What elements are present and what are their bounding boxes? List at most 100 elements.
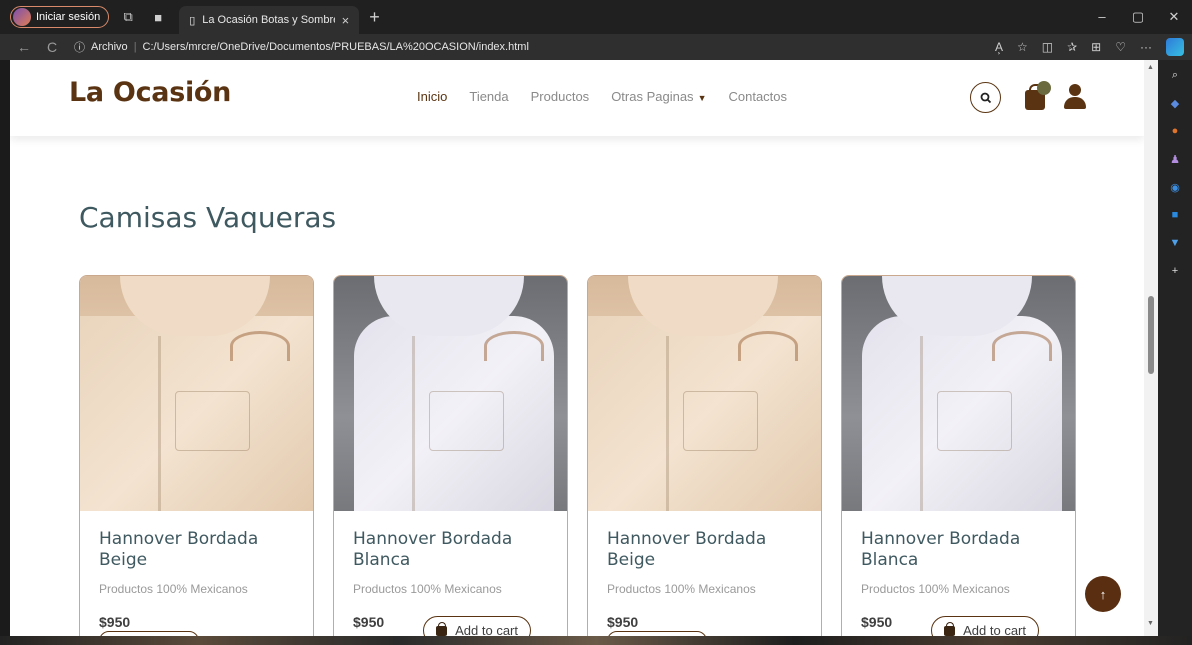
url-prefix: Archivo [91,41,128,53]
product-desc: Productos 100% Mexicanos [353,582,502,596]
new-tab-button[interactable]: + [369,7,380,28]
search-icon[interactable]: ⌕ [1168,68,1182,82]
back-to-top-button[interactable]: ↑ [1085,576,1121,612]
image-detail [429,391,504,451]
office-icon[interactable]: ◉ [1168,180,1182,194]
profile-button[interactable]: Iniciar sesión [10,6,110,28]
window-close-button[interactable]: ✕ [1156,9,1192,25]
product-info: Hannover Bordada Blanca Productos 100% M… [334,511,567,636]
send-icon[interactable]: ▼ [1168,236,1182,250]
product-card[interactable]: Hannover Bordada Beige Productos 100% Me… [79,275,314,636]
split-screen-icon[interactable]: ◫ [1042,40,1053,54]
scroll-up-arrow-icon[interactable]: ▲ [1147,64,1154,71]
workspaces-icon[interactable]: ⧉ [117,6,139,28]
image-detail [484,331,544,361]
browser-tab-active[interactable]: ▯ La Ocasión Botas y Sombreros × [179,6,360,34]
favorite-star-icon[interactable]: ☆ [1017,40,1028,54]
search-icon [980,92,991,103]
image-detail [937,391,1012,451]
user-icon-body [1064,97,1086,109]
image-detail [412,336,415,511]
tab-actions-icon[interactable]: ■ [147,6,169,28]
product-desc: Productos 100% Mexicanos [861,582,1010,596]
edge-sidebar: ⌕ ◆ ● ♟ ◉ ■ ▼ + [1158,60,1192,645]
shopping-tag-icon[interactable]: ◆ [1168,96,1182,110]
add-to-cart-button[interactable]: Add to cart [423,616,531,636]
image-detail [920,336,923,511]
tab-title: La Ocasión Botas y Sombreros [202,14,334,26]
menu-item-otras-paginas[interactable]: Otras Paginas ▼ [611,89,706,104]
image-detail [683,391,758,451]
product-name[interactable]: Hannover Bordada Blanca [353,529,548,571]
arrow-up-icon: ↑ [1099,586,1107,602]
product-info: Hannover Bordada Beige Productos 100% Me… [80,511,313,636]
product-desc: Productos 100% Mexicanos [607,582,756,596]
restore-button[interactable]: ▢ [1120,9,1156,25]
page-icon: ▯ [189,14,196,27]
back-button[interactable]: ← [10,39,38,55]
product-grid: Hannover Bordada Beige Productos 100% Me… [79,275,1076,636]
address-bar-actions: A͕ ☆ ◫ ✰ ⊞ ♡ ··· [995,38,1192,56]
price-row: $950 Add to cart [353,610,548,636]
games-icon[interactable]: ♟ [1168,152,1182,166]
main-menu: Inicio Tienda Productos Otras Paginas ▼ C… [417,89,787,104]
info-icon[interactable]: ⓘ [74,39,85,55]
menu-item-inicio[interactable]: Inicio [417,89,447,104]
image-detail [738,331,798,361]
shopping-bag-icon [436,621,448,636]
image-detail [175,391,250,451]
close-tab-button[interactable]: × [342,13,350,28]
shopping-bag-icon [944,621,956,636]
product-card[interactable]: Hannover Bordada Blanca Productos 100% M… [841,275,1076,636]
product-name[interactable]: Hannover Bordada Beige [99,529,294,571]
image-detail [666,336,669,511]
menu-item-tienda[interactable]: Tienda [469,89,508,104]
product-card[interactable]: Hannover Bordada Blanca Productos 100% M… [333,275,568,636]
add-sidebar-app-icon[interactable]: + [1168,264,1182,278]
favorites-list-icon[interactable]: ✰ [1067,40,1077,54]
product-desc: Productos 100% Mexicanos [99,582,248,596]
url-separator: | [133,41,137,53]
copilot-icon[interactable] [1166,38,1184,56]
product-card[interactable]: Hannover Bordada Beige Productos 100% Me… [587,275,822,636]
product-info: Hannover Bordada Beige Productos 100% Me… [588,511,821,636]
outlook-icon[interactable]: ■ [1168,208,1182,222]
add-to-cart-button[interactable]: Add to cart [931,616,1039,636]
product-name[interactable]: Hannover Bordada Beige [607,529,802,571]
menu-item-otras-label: Otras Paginas [611,89,694,104]
page-viewport: La Ocasión Inicio Tienda Productos Otras… [10,60,1144,636]
read-aloud-icon[interactable]: A͕ [995,40,1003,54]
add-to-cart-label: Add to cart [963,623,1026,636]
reload-button[interactable]: C [38,39,66,55]
cart-button[interactable] [1023,81,1053,111]
menu-item-productos[interactable]: Productos [531,89,590,104]
product-image[interactable] [334,276,567,511]
site-logo[interactable]: La Ocasión [69,77,231,108]
product-price: $950 [99,614,131,630]
page-scrollbar[interactable]: ▲ ▼ [1144,60,1158,636]
menu-item-contactos[interactable]: Contactos [728,89,787,104]
more-menu-button[interactable]: ··· [1140,40,1152,54]
url-text[interactable]: C:/Users/mrcre/OneDrive/Documentos/PRUEB… [143,41,529,53]
product-name[interactable]: Hannover Bordada Blanca [861,529,1056,571]
search-button[interactable] [970,82,1001,113]
section-title: Camisas Vaqueras [79,201,337,234]
cart-badge [1037,81,1051,95]
scrollbar-thumb[interactable] [1148,296,1154,374]
browser-tab-bar: Iniciar sesión ⧉ ■ ▯ La Ocasión Botas y … [0,0,1192,34]
chevron-down-icon: ▼ [697,93,707,103]
user-account-button[interactable] [1063,82,1087,112]
minimize-button[interactable]: – [1084,9,1120,25]
scroll-down-arrow-icon[interactable]: ▼ [1147,620,1154,627]
product-image[interactable] [842,276,1075,511]
browser-essentials-icon[interactable]: ♡ [1115,40,1126,54]
tools-icon[interactable]: ● [1168,124,1182,138]
product-image[interactable] [80,276,313,511]
address-bar: ← C ⓘ Archivo | C:/Users/mrcre/OneDrive/… [0,34,1192,60]
user-icon [1069,84,1081,96]
collections-icon[interactable]: ⊞ [1091,40,1101,54]
product-image[interactable] [588,276,821,511]
product-price: $950 [861,614,893,630]
site-header: La Ocasión Inicio Tienda Productos Otras… [10,60,1144,136]
url-field[interactable]: ⓘ Archivo | C:/Users/mrcre/OneDrive/Docu… [74,39,529,55]
